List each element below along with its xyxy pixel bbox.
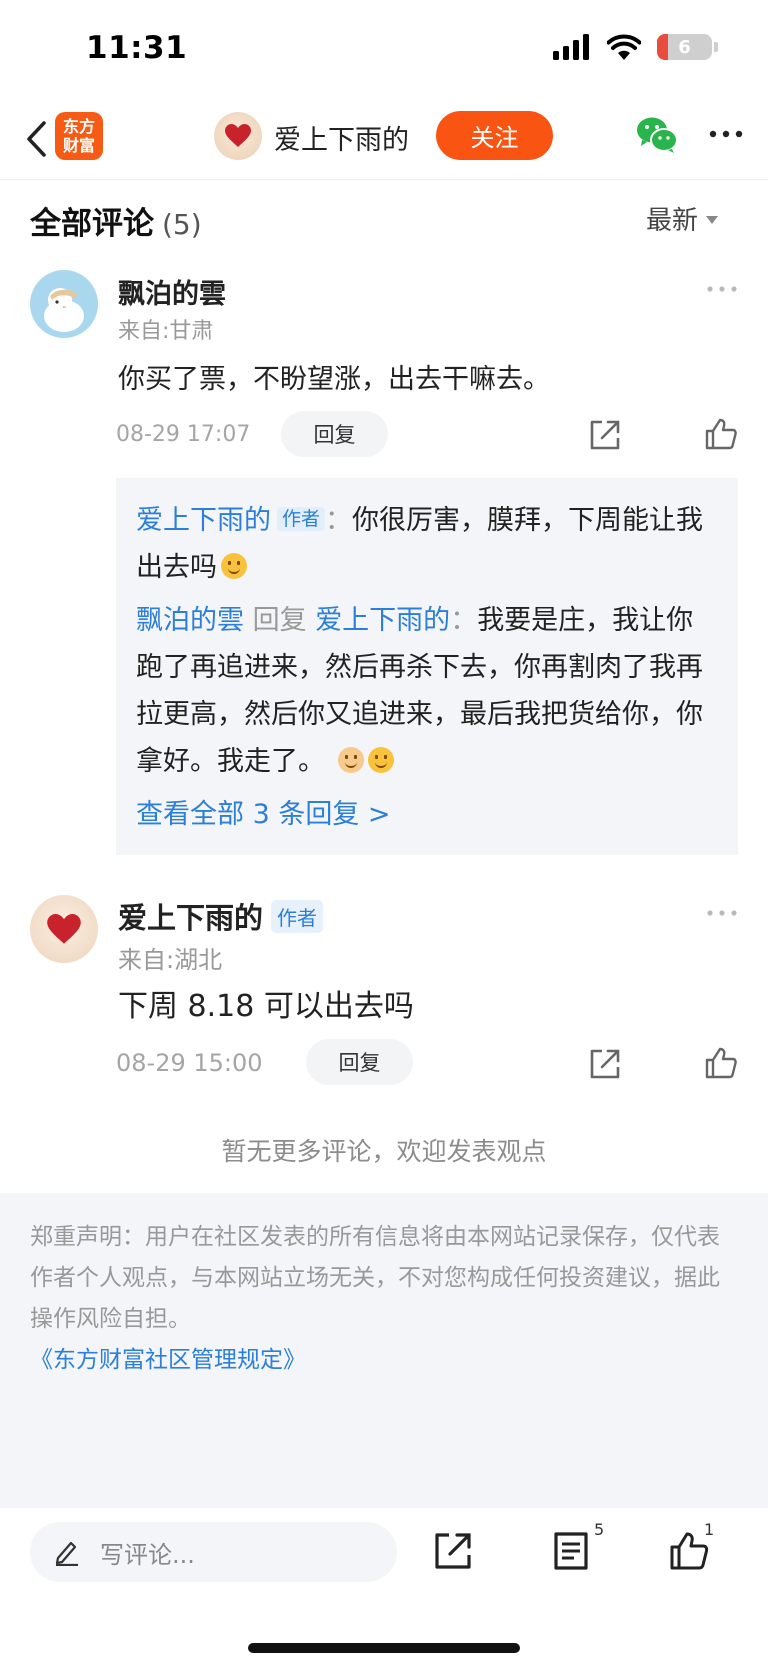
bottom-bar: 写评论... 5 1: [0, 1508, 768, 1663]
comment-author[interactable]: 飘泊的雲: [118, 272, 226, 311]
reply-separator: ：: [325, 505, 353, 536]
disclaimer-text: 郑重声明：用户在社区发表的所有信息将由本网站记录保存，仅代表作者个人观点，与本网…: [30, 1224, 720, 1332]
comment-more-icon[interactable]: [706, 909, 738, 917]
reply-separator: ：: [450, 605, 478, 636]
view-all-replies-link[interactable]: 查看全部 3 条回复 >: [136, 791, 718, 838]
sort-label: 最新: [645, 206, 698, 236]
caret-down-icon: [706, 215, 718, 224]
follow-button[interactable]: 关注: [436, 111, 553, 160]
flushed-emoji-icon: [337, 747, 364, 773]
like-icon[interactable]: [704, 1046, 738, 1080]
comment-author-name: 飘泊的雲: [118, 279, 226, 310]
status-bar: 11:31 6: [0, 0, 768, 100]
heart-icon: [225, 124, 251, 147]
reply-item: 爱上下雨的 作者 ：你很厉害，膜拜，下周能让我出去吗: [136, 496, 718, 591]
back-button[interactable]: [16, 116, 56, 162]
more-icon[interactable]: [708, 124, 744, 144]
reply-target[interactable]: 爱上下雨的: [315, 605, 450, 636]
comment-author-name: 爱上下雨的: [118, 901, 264, 935]
comment-time: 08-29 15:00: [116, 1049, 263, 1077]
app-logo-line1: 东方: [62, 117, 95, 136]
battery-level: [657, 34, 668, 60]
app-logo[interactable]: 东方 财富: [55, 112, 103, 160]
app-logo-line2: 财富: [62, 136, 95, 155]
avatar[interactable]: [30, 895, 98, 963]
comment-count-badge: 5: [594, 1520, 605, 1539]
wifi-icon: [607, 34, 641, 60]
comment-text: 你买了票，不盼望涨，出去干嘛去。: [118, 364, 550, 395]
avatar[interactable]: [30, 270, 98, 338]
nav-bar: 东方 财富 爱上下雨的 关注: [0, 100, 768, 180]
battery-cap: [714, 42, 718, 52]
smile-emoji-icon: [221, 553, 247, 579]
community-rules-link[interactable]: 《东方财富社区管理规定》: [30, 1340, 738, 1381]
like-count-badge: 1: [704, 1520, 715, 1539]
comments-title-text: 全部评论: [30, 206, 154, 242]
share-icon[interactable]: [588, 418, 622, 452]
comments-title: 全部评论 (5): [30, 198, 202, 243]
pen-icon: [55, 1541, 78, 1566]
reply-button[interactable]: 回复: [306, 1039, 413, 1085]
heart-icon: [47, 913, 81, 944]
reply-item: 飘泊的雲 回复 爱上下雨的：我要是庄，我让你跑了再追进来，然后再杀下去，你再割肉…: [136, 597, 718, 785]
bird-avatar-icon: [44, 288, 84, 332]
comment-list-icon[interactable]: [550, 1530, 592, 1572]
back-chevron-icon: [27, 121, 46, 157]
reply-word: 回复: [252, 605, 307, 636]
reply-box[interactable]: 爱上下雨的 作者 ：你很厉害，膜拜，下周能让我出去吗 飘泊的雲 回复 爱上下雨的：我…: [116, 478, 738, 855]
comment-location: 来自:甘肃: [118, 319, 214, 344]
comment-author[interactable]: 爱上下雨的 作者: [118, 895, 324, 937]
like-icon[interactable]: [704, 417, 738, 451]
nav-username[interactable]: 爱上下雨的: [274, 118, 409, 157]
status-icons: 6: [553, 34, 718, 60]
comment-text: 下周 8.18 可以出去吗: [118, 989, 414, 1024]
battery-icon: 6: [657, 34, 712, 60]
signal-icon: [553, 34, 589, 60]
nav-user-avatar[interactable]: [214, 112, 262, 160]
share-icon[interactable]: [588, 1047, 622, 1081]
comment-input-placeholder: 写评论...: [100, 1540, 195, 1569]
share-icon[interactable]: [432, 1530, 474, 1572]
comment-input[interactable]: 写评论...: [30, 1522, 397, 1582]
disclaimer: 郑重声明：用户在社区发表的所有信息将由本网站记录保存，仅代表作者个人观点，与本网…: [0, 1193, 768, 1523]
reply-author[interactable]: 飘泊的雲: [136, 605, 244, 636]
battery-text: 6: [678, 36, 691, 58]
author-badge: 作者: [277, 507, 326, 531]
comment-location: 来自:湖北: [118, 946, 223, 974]
reply-author[interactable]: 爱上下雨的: [136, 505, 271, 536]
comment-time: 08-29 17:07: [116, 422, 251, 447]
status-time: 11:31: [86, 30, 188, 66]
comment-more-icon[interactable]: [706, 285, 738, 293]
wechat-icon[interactable]: [636, 116, 678, 154]
reply-button[interactable]: 回复: [281, 411, 388, 457]
author-badge: 作者: [271, 899, 324, 933]
home-indicator: [248, 1643, 520, 1653]
no-more-comments-text: 暂无更多评论，欢迎发表观点: [221, 1137, 547, 1166]
smile-emoji-icon: [367, 747, 394, 773]
comments-count: (5): [162, 208, 202, 241]
sort-dropdown[interactable]: 最新: [646, 200, 718, 237]
